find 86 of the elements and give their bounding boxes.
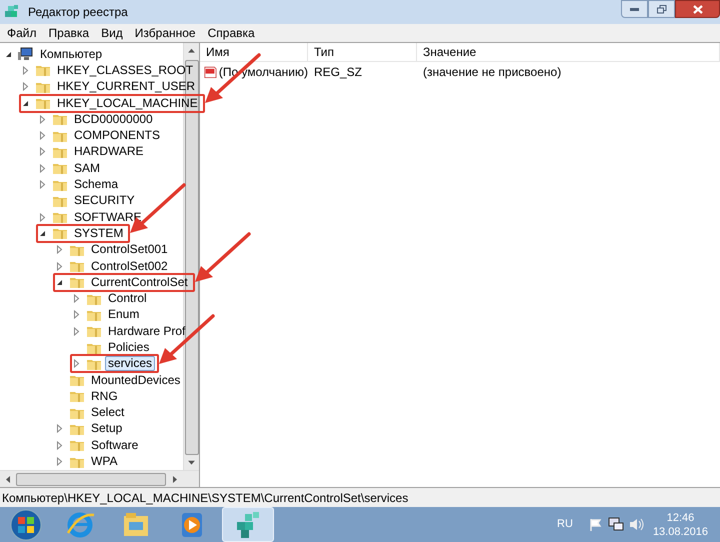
tree-item[interactable]: HKEY_CLASSES_ROOT: [54, 62, 196, 78]
tree-item[interactable]: Policies: [105, 340, 152, 355]
tree-item[interactable]: Software: [88, 438, 142, 453]
minimize-icon: [630, 8, 639, 10]
tree-item[interactable]: HKEY_LOCAL_MACHINE: [54, 96, 201, 111]
horizontal-scrollbar[interactable]: [0, 470, 199, 487]
restore-icon: [656, 4, 666, 14]
expand-icon[interactable]: [55, 440, 64, 450]
menu-item[interactable]: Файл: [1, 24, 43, 42]
folder-icon: [35, 63, 51, 78]
expand-icon[interactable]: [38, 114, 47, 124]
collapse-icon[interactable]: [4, 50, 13, 59]
tree-item[interactable]: Компьютер: [37, 46, 106, 62]
folder-icon: [69, 373, 85, 388]
folder-icon: [52, 112, 68, 126]
menu-item[interactable]: Вид: [95, 24, 129, 42]
expand-icon[interactable]: [72, 310, 81, 320]
table-cell-text: REG_SZ: [313, 64, 364, 81]
tree-item[interactable]: SYSTEM: [71, 226, 126, 241]
folder-icon: [52, 161, 68, 176]
expand-icon[interactable]: [55, 424, 64, 434]
expand-icon[interactable]: [38, 180, 47, 190]
folder-icon: [86, 324, 102, 338]
tree-item[interactable]: RNG: [88, 388, 121, 404]
folder-icon: [52, 226, 68, 240]
tree-item[interactable]: Select: [88, 405, 128, 420]
expand-icon[interactable]: [55, 457, 64, 466]
column-header[interactable]: Тип: [308, 42, 417, 62]
tree-item[interactable]: MountedDevices: [88, 372, 184, 388]
computer-icon: [18, 47, 34, 62]
tree-item[interactable]: Enum: [105, 307, 142, 322]
folder-icon: [69, 259, 85, 274]
restore-button[interactable]: [648, 0, 675, 18]
folder-icon: [69, 389, 85, 404]
expand-icon[interactable]: [72, 326, 81, 336]
minimize-button[interactable]: [621, 0, 648, 18]
volume-icon[interactable]: [628, 517, 645, 532]
string-value-icon: [204, 64, 217, 80]
tree-item[interactable]: Setup: [88, 421, 126, 436]
collapse-icon[interactable]: [55, 278, 64, 287]
column-header[interactable]: Значение: [417, 42, 720, 62]
menu-item[interactable]: Правка: [42, 24, 96, 42]
tree-item[interactable]: HARDWARE: [71, 144, 147, 160]
expand-icon[interactable]: [72, 294, 81, 304]
tree-item[interactable]: SOFTWARE: [71, 210, 145, 225]
expand-icon[interactable]: [55, 245, 64, 254]
menu-item[interactable]: Избранное: [128, 24, 202, 42]
folder-icon: [52, 210, 68, 224]
tree-item[interactable]: BCD00000000: [71, 112, 156, 127]
menu-item[interactable]: Справка: [202, 24, 261, 42]
table-cell-text: (значение не присвоено): [422, 64, 562, 81]
expand-icon[interactable]: [55, 262, 64, 271]
tree-item[interactable]: Schema: [71, 177, 122, 192]
expand-icon[interactable]: [38, 131, 47, 140]
tree-item[interactable]: SECURITY: [71, 193, 138, 208]
expand-icon[interactable]: [21, 66, 30, 75]
folder-icon: [35, 96, 51, 110]
tree-item[interactable]: COMPONENTS: [71, 128, 164, 144]
tree-item[interactable]: Hardware Prof: [105, 324, 188, 339]
tree-item[interactable]: HKEY_CURRENT_USER: [54, 79, 198, 94]
close-button[interactable]: [675, 0, 720, 18]
tree-item[interactable]: SAM: [71, 160, 104, 176]
folder-icon: [69, 275, 85, 290]
tree-item[interactable]: ControlSet002: [88, 258, 171, 274]
expand-icon[interactable]: [38, 164, 47, 173]
close-icon: [692, 4, 702, 14]
tree-item[interactable]: CurrentControlSet: [88, 274, 191, 290]
column-header[interactable]: Имя: [200, 42, 308, 62]
network-icon[interactable]: [608, 517, 624, 532]
flag-icon[interactable]: [588, 518, 602, 532]
tree-item[interactable]: ControlSet001: [88, 242, 171, 258]
collapse-icon[interactable]: [21, 98, 30, 108]
tree-item[interactable]: WPA: [88, 454, 120, 470]
expand-icon[interactable]: [72, 359, 81, 368]
expand-icon[interactable]: [38, 212, 47, 222]
taskbar-button[interactable]: [222, 507, 274, 542]
tree-item[interactable]: services: [105, 356, 156, 372]
start-button[interactable]: [8, 508, 44, 542]
folder-icon: [69, 438, 85, 452]
expand-icon[interactable]: [38, 147, 47, 156]
tree-item[interactable]: Control: [105, 291, 150, 306]
registry-cubes-icon: [4, 4, 20, 20]
collapse-icon[interactable]: [38, 228, 47, 238]
status-bar: Компьютер\HKEY_LOCAL_MACHINE\SYSTEM\CurrentControlSet\services: [0, 487, 720, 507]
window-title: Редактор реестра: [28, 4, 128, 21]
expand-icon[interactable]: [21, 82, 30, 92]
